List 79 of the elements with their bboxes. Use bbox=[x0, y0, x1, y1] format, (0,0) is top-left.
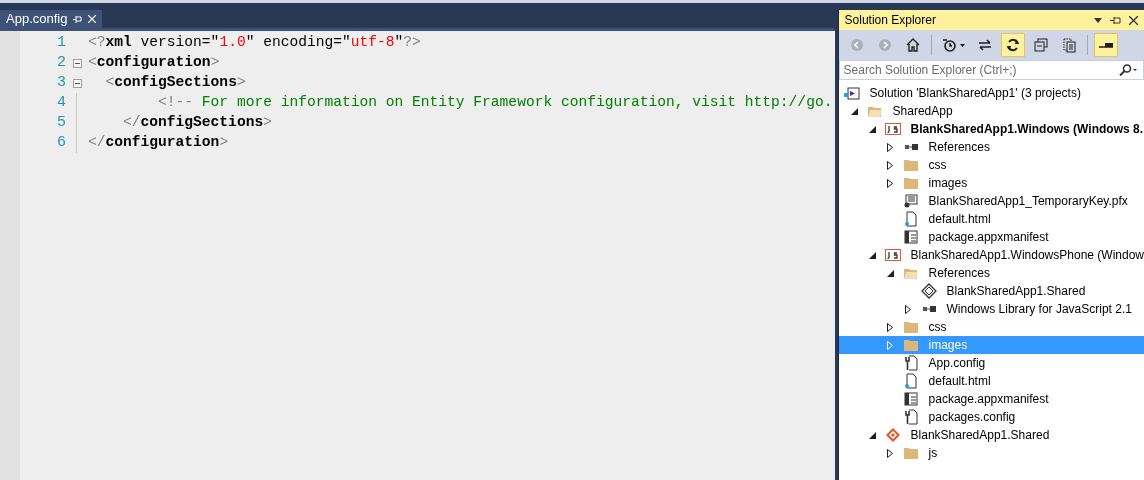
forward-icon bbox=[876, 37, 893, 53]
config-file-icon bbox=[902, 355, 919, 371]
tree-item[interactable]: package.appxmanifest bbox=[838, 228, 1144, 246]
line-number: 5 bbox=[56, 112, 66, 133]
js-project-icon bbox=[884, 121, 901, 137]
code-line: </configuration> bbox=[88, 133, 229, 153]
toolbar-button[interactable] bbox=[1093, 33, 1118, 57]
code-line: <!-- For more information on Entity Framework configuration, visit http://go. bbox=[157, 93, 833, 113]
tree-item[interactable]: Solution 'BlankSharedApp1' (3 projects) bbox=[838, 84, 1144, 102]
collapsed-arrow-icon[interactable] bbox=[886, 142, 893, 152]
refresh-icon bbox=[1004, 37, 1021, 53]
code-editor[interactable]: 1 <?xml version="1.0" encoding="utf-8"?> 2 <configuration> 3 <configSections> 4 <!-- For more information on Entity Framework configuration, visit http://go. 5 </configSections> 6 </configuration> bbox=[0, 31, 835, 480]
collapsed-arrow-icon[interactable] bbox=[886, 322, 893, 332]
expanded-arrow-icon[interactable] bbox=[868, 431, 876, 439]
line-number: 1 bbox=[56, 32, 66, 53]
tree-item[interactable]: References bbox=[838, 138, 1144, 156]
collapse-icon[interactable] bbox=[72, 78, 82, 88]
code-line: <configuration> bbox=[88, 53, 220, 73]
collapsed-arrow-icon[interactable] bbox=[886, 178, 893, 188]
clock-icon bbox=[941, 37, 958, 53]
home-icon bbox=[904, 37, 921, 53]
folder-icon bbox=[902, 175, 919, 191]
back-icon bbox=[848, 37, 865, 53]
tree-item[interactable]: References bbox=[838, 264, 1144, 282]
line-number: 6 bbox=[56, 132, 66, 153]
panel-title: Solution Explorer bbox=[844, 12, 936, 29]
tree-item[interactable]: css bbox=[838, 318, 1144, 336]
toolbar-button[interactable] bbox=[1000, 33, 1025, 57]
collapsed-arrow-icon[interactable] bbox=[886, 160, 893, 170]
js-project-icon bbox=[884, 247, 901, 263]
tree-item[interactable]: SharedApp bbox=[838, 102, 1144, 120]
tree-item[interactable]: Windows Library for JavaScript 2.1 bbox=[838, 300, 1144, 318]
html-file-icon bbox=[902, 373, 919, 389]
close-icon[interactable] bbox=[1129, 15, 1138, 25]
pin-icon[interactable] bbox=[1110, 15, 1121, 25]
expanded-arrow-icon[interactable] bbox=[886, 269, 894, 277]
tree-item[interactable]: default.html bbox=[838, 210, 1144, 228]
code-line: <?xml version="1.0" encoding="utf-8"?> bbox=[88, 33, 421, 53]
files-icon bbox=[1060, 37, 1077, 53]
folder-icon bbox=[902, 445, 919, 461]
line-number: 3 bbox=[56, 72, 66, 93]
tree-item[interactable]: images bbox=[838, 174, 1144, 192]
tree-item[interactable]: BlankSharedApp1.Shared bbox=[838, 282, 1144, 300]
search-icon[interactable] bbox=[1119, 64, 1137, 76]
expanded-arrow-icon[interactable] bbox=[850, 107, 858, 115]
html-file-icon bbox=[902, 211, 919, 227]
tree-item[interactable]: BlankSharedApp1.Shared bbox=[838, 426, 1144, 444]
tree-item[interactable]: BlankSharedApp1_TemporaryKey.pfx bbox=[838, 192, 1144, 210]
tree-item[interactable]: css bbox=[838, 156, 1144, 174]
solution-icon bbox=[843, 85, 860, 101]
tree-item[interactable]: default.html bbox=[838, 372, 1144, 390]
line-number: 4 bbox=[56, 92, 66, 113]
collapsed-arrow-icon[interactable] bbox=[886, 448, 893, 458]
tree-item[interactable]: package.appxmanifest bbox=[838, 390, 1144, 408]
tree-item[interactable]: App.config bbox=[838, 354, 1144, 372]
line-number: 2 bbox=[56, 52, 66, 73]
folder-icon bbox=[902, 337, 919, 353]
code-line: </configSections> bbox=[122, 113, 272, 133]
collapsed-arrow-icon[interactable] bbox=[904, 304, 911, 314]
config-file-icon bbox=[902, 409, 919, 425]
tree-item[interactable]: BlankSharedApp1.Windows (Windows 8. bbox=[838, 120, 1144, 138]
collapse-all-icon bbox=[1032, 37, 1049, 53]
caret-icon bbox=[959, 43, 965, 47]
tree-item[interactable]: BlankSharedApp1.WindowsPhone (Window bbox=[838, 246, 1144, 264]
diamond-icon bbox=[884, 427, 901, 443]
collapse-icon[interactable] bbox=[72, 58, 82, 68]
expanded-arrow-icon[interactable] bbox=[868, 125, 876, 133]
tree-item[interactable]: js bbox=[838, 444, 1144, 462]
folder-icon bbox=[902, 157, 919, 173]
diamond-icon bbox=[920, 283, 937, 299]
search-field[interactable]: Search Solution Explorer (Ctrl+;) bbox=[838, 60, 1144, 80]
manifest-icon bbox=[902, 391, 919, 407]
manifest-icon bbox=[902, 229, 919, 245]
sync-arrows-icon bbox=[976, 37, 993, 53]
code-line: <configSections> bbox=[104, 73, 246, 93]
certificate-icon bbox=[902, 193, 919, 209]
expanded-arrow-icon[interactable] bbox=[868, 251, 876, 259]
dropdown-icon[interactable] bbox=[1094, 17, 1102, 23]
tree-item[interactable]: packages.config bbox=[838, 408, 1144, 426]
